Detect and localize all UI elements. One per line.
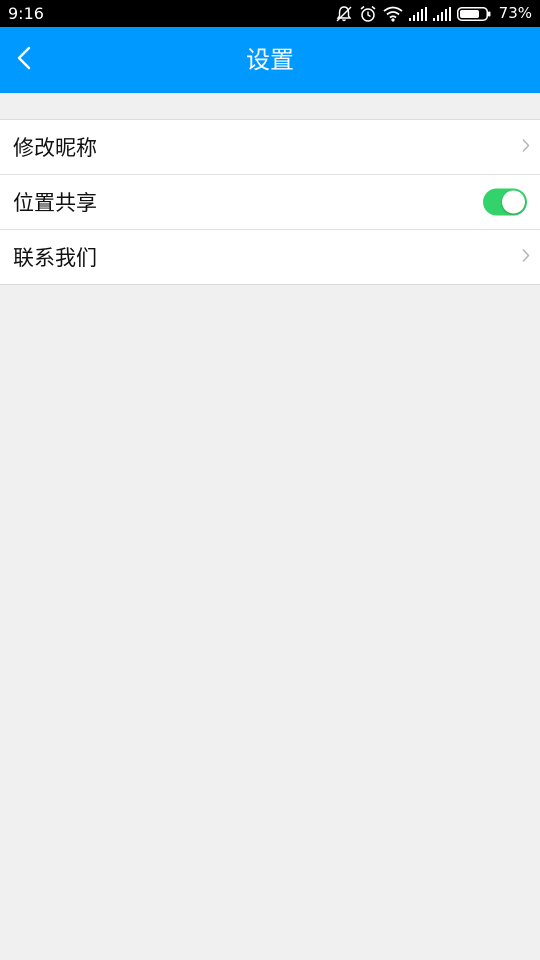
settings-item-label: 联系我们 (13, 246, 97, 270)
chevron-right-icon (522, 138, 530, 157)
status-bar: 9:16 73% (0, 0, 540, 27)
location-sharing-toggle[interactable] (483, 188, 527, 216)
back-button[interactable] (0, 27, 48, 93)
settings-item-location-sharing: 位置共享 (0, 174, 540, 229)
settings-item-label: 修改昵称 (13, 136, 97, 160)
signal-icon (408, 6, 427, 21)
settings-list: 修改昵称 位置共享 联系我们 (0, 119, 540, 285)
mute-icon (335, 5, 353, 23)
wifi-icon (383, 6, 403, 22)
alarm-icon (359, 5, 377, 23)
battery-percent: 73% (498, 4, 532, 22)
toggle-knob (502, 190, 525, 214)
settings-item-contact-us[interactable]: 联系我们 (0, 229, 540, 284)
chevron-right-icon (522, 248, 530, 267)
status-icons: 73% (335, 3, 532, 24)
app-bar: 设置 (0, 27, 540, 93)
settings-item-edit-nickname[interactable]: 修改昵称 (0, 120, 540, 174)
battery-icon (456, 6, 491, 21)
status-time: 9:16 (8, 4, 44, 23)
signal-icon (432, 6, 451, 21)
chevron-left-icon (16, 46, 32, 74)
page-title: 设置 (246, 46, 294, 74)
settings-item-label: 位置共享 (13, 191, 97, 215)
